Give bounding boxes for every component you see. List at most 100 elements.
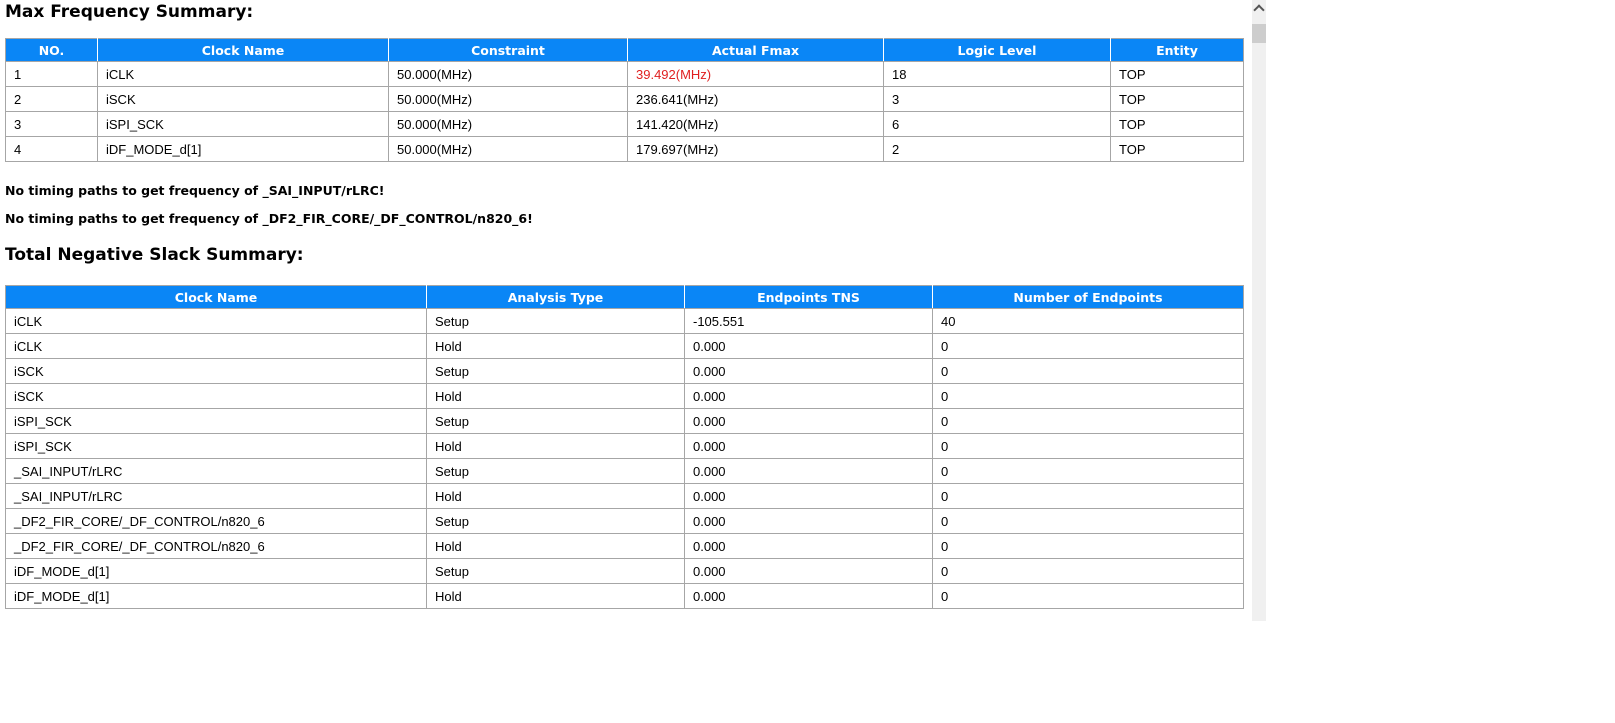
cell-tns: 0.000 — [684, 408, 933, 434]
cell-tns: 0.000 — [684, 508, 933, 534]
cell-constraint: 50.000(MHz) — [388, 111, 628, 137]
cell-clock: _DF2_FIR_CORE/_DF_CONTROL/n820_6 — [5, 533, 427, 559]
cell-entity: TOP — [1110, 86, 1244, 112]
cell-entity: TOP — [1110, 61, 1244, 87]
cell-analysis: Hold — [426, 583, 685, 609]
cell-tns: 0.000 — [684, 383, 933, 409]
cell-endpoints: 0 — [932, 383, 1244, 409]
max-frequency-summary-title: Max Frequency Summary: — [5, 2, 254, 22]
cell-analysis: Setup — [426, 558, 685, 584]
max-frequency-table-header-row: NO. Clock Name Constraint Actual Fmax Logic … — [5, 38, 1244, 62]
column-header: Clock Name — [97, 38, 389, 62]
cell-analysis: Hold — [426, 383, 685, 409]
table-row: _DF2_FIR_CORE/_DF_CONTROL/n820_6 Hold 0.00… — [5, 533, 1244, 559]
table-row: iSCK Setup 0.000 0 — [5, 358, 1244, 384]
cell-endpoints: 0 — [932, 433, 1244, 459]
cell-endpoints: 0 — [932, 558, 1244, 584]
cell-tns: 0.000 — [684, 458, 933, 484]
cell-entity: TOP — [1110, 111, 1244, 137]
cell-endpoints: 0 — [932, 358, 1244, 384]
cell-tns: 0.000 — [684, 358, 933, 384]
table-row: iSCK Hold 0.000 0 — [5, 383, 1244, 409]
column-header: NO. — [5, 38, 98, 62]
column-header: Actual Fmax — [627, 38, 884, 62]
table-row: iSPI_SCK Setup 0.000 0 — [5, 408, 1244, 434]
cell-clock: iDF_MODE_d[1] — [5, 558, 427, 584]
table-row: _DF2_FIR_CORE/_DF_CONTROL/n820_6 Setup 0.0… — [5, 508, 1244, 534]
cell-analysis: Setup — [426, 308, 685, 334]
max-frequency-table: NO. Clock Name Constraint Actual Fmax Logic … — [5, 38, 1244, 162]
cell-endpoints: 0 — [932, 333, 1244, 359]
column-header: Endpoints TNS — [684, 285, 933, 309]
column-header: Constraint — [388, 38, 628, 62]
table-row: 4 iDF_MODE_d[1] 50.000(MHz) 179.697(MHz) 2 TO… — [5, 136, 1244, 162]
table-row: _SAI_INPUT/rLRC Setup 0.000 0 — [5, 458, 1244, 484]
table-row: iDF_MODE_d[1] Setup 0.000 0 — [5, 558, 1244, 584]
cell-logic: 6 — [883, 111, 1111, 137]
table-row: iSPI_SCK Hold 0.000 0 — [5, 433, 1244, 459]
cell-endpoints: 0 — [932, 483, 1244, 509]
cell-constraint: 50.000(MHz) — [388, 86, 628, 112]
cell-tns: 0.000 — [684, 483, 933, 509]
no-timing-paths-message-1: No timing paths to get frequency of _SAI… — [5, 183, 385, 198]
scrollbar-thumb[interactable] — [1252, 24, 1266, 43]
cell-constraint: 50.000(MHz) — [388, 61, 628, 87]
cell-clock: iSPI_SCK — [97, 111, 389, 137]
column-header: Logic Level — [883, 38, 1111, 62]
cell-clock: iCLK — [5, 333, 427, 359]
no-timing-paths-message-2: No timing paths to get frequency of _DF2… — [5, 211, 533, 226]
cell-logic: 3 — [883, 86, 1111, 112]
cell-clock: iSCK — [5, 358, 427, 384]
cell-clock: iSCK — [97, 86, 389, 112]
table-row: 3 iSPI_SCK 50.000(MHz) 141.420(MHz) 6 TOP — [5, 111, 1244, 137]
cell-fmax: 236.641(MHz) — [627, 86, 884, 112]
cell-tns: 0.000 — [684, 333, 933, 359]
cell-clock: _DF2_FIR_CORE/_DF_CONTROL/n820_6 — [5, 508, 427, 534]
cell-fmax: 39.492(MHz) — [627, 61, 884, 87]
cell-tns: 0.000 — [684, 583, 933, 609]
cell-no: 2 — [5, 86, 98, 112]
cell-endpoints: 0 — [932, 408, 1244, 434]
cell-endpoints: 0 — [932, 458, 1244, 484]
cell-analysis: Hold — [426, 483, 685, 509]
table-row: _SAI_INPUT/rLRC Hold 0.000 0 — [5, 483, 1244, 509]
cell-analysis: Hold — [426, 433, 685, 459]
chevron-up-icon — [1253, 4, 1265, 16]
cell-no: 1 — [5, 61, 98, 87]
total-negative-slack-table: Clock Name Analysis Type Endpoints TNS Numb… — [5, 285, 1244, 609]
cell-endpoints: 40 — [932, 308, 1244, 334]
cell-no: 3 — [5, 111, 98, 137]
total-negative-slack-summary-title: Total Negative Slack Summary: — [5, 245, 304, 265]
cell-endpoints: 0 — [932, 508, 1244, 534]
table-row: iCLK Setup -105.551 40 — [5, 308, 1244, 334]
table-row: iDF_MODE_d[1] Hold 0.000 0 — [5, 583, 1244, 609]
table-row: iCLK Hold 0.000 0 — [5, 333, 1244, 359]
cell-clock: iCLK — [97, 61, 389, 87]
column-header: Number of Endpoints — [932, 285, 1244, 309]
cell-analysis: Hold — [426, 333, 685, 359]
timing-report-pane: Max Frequency Summary: NO. Clock Name Cons… — [0, 0, 1252, 622]
cell-endpoints: 0 — [932, 583, 1244, 609]
cell-clock: iDF_MODE_d[1] — [97, 136, 389, 162]
cell-entity: TOP — [1110, 136, 1244, 162]
table-row: 2 iSCK 50.000(MHz) 236.641(MHz) 3 TOP — [5, 86, 1244, 112]
column-header: Analysis Type — [426, 285, 685, 309]
cell-tns: 0.000 — [684, 558, 933, 584]
scroll-up-button[interactable] — [1252, 0, 1266, 16]
cell-analysis: Setup — [426, 458, 685, 484]
cell-clock: iCLK — [5, 308, 427, 334]
cell-analysis: Hold — [426, 533, 685, 559]
cell-logic: 18 — [883, 61, 1111, 87]
cell-no: 4 — [5, 136, 98, 162]
cell-tns: 0.000 — [684, 433, 933, 459]
cell-fmax: 141.420(MHz) — [627, 111, 884, 137]
vertical-scrollbar[interactable] — [1252, 0, 1266, 621]
cell-logic: 2 — [883, 136, 1111, 162]
cell-analysis: Setup — [426, 358, 685, 384]
column-header: Entity — [1110, 38, 1244, 62]
column-header: Clock Name — [5, 285, 427, 309]
cell-tns: -105.551 — [684, 308, 933, 334]
cell-tns: 0.000 — [684, 533, 933, 559]
cell-endpoints: 0 — [932, 533, 1244, 559]
cell-clock: iDF_MODE_d[1] — [5, 583, 427, 609]
